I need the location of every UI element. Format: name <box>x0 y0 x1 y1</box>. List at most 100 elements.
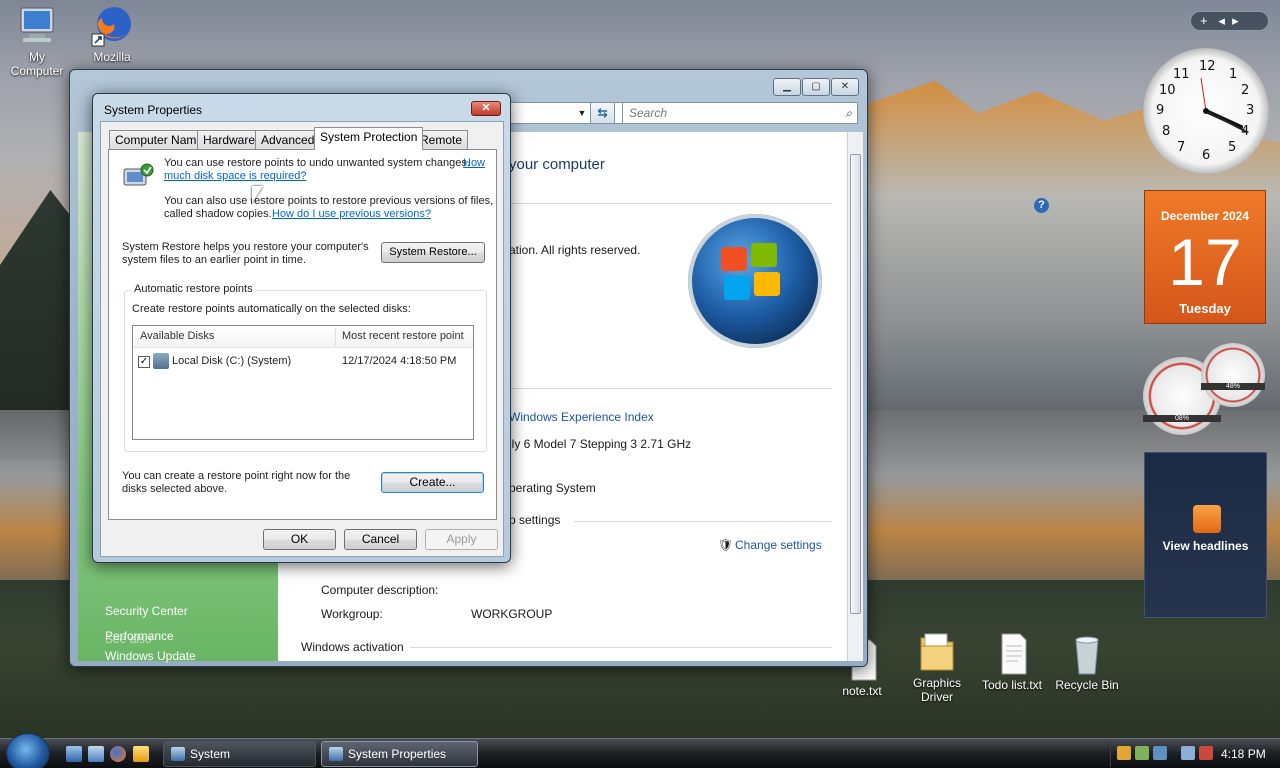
desktop-icon-graphics-driver[interactable]: Graphics Driver <box>897 630 977 704</box>
show-desktop-icon[interactable] <box>66 746 82 762</box>
system-restore-button[interactable]: System Restore... <box>381 242 485 263</box>
group-description: Create restore points automatically on t… <box>132 303 411 315</box>
previous-versions-link[interactable]: How do I use previous versions? <box>272 208 431 221</box>
apply-button[interactable]: Apply <box>425 529 498 550</box>
firefox-icon[interactable] <box>110 746 126 762</box>
disk-space-link-start[interactable]: How <box>463 157 485 170</box>
divider <box>410 647 832 648</box>
page-heading: your computer <box>509 156 605 173</box>
media-player-icon[interactable] <box>133 746 149 762</box>
system-properties-dialog[interactable]: System Properties ✕ Computer Name Hardwa… <box>92 93 511 563</box>
close-button[interactable]: ✕ <box>471 101 501 116</box>
volume-muted-icon[interactable] <box>1199 746 1213 760</box>
shadow-copies-text: You can also use restore points to resto… <box>164 195 494 207</box>
group-label: Automatic restore points <box>131 283 256 295</box>
refresh-button[interactable]: ⇆ <box>590 102 615 124</box>
dialog-title: System Properties <box>104 103 203 117</box>
notification-area: 4:18 PM <box>1110 741 1278 767</box>
disk-space-link[interactable]: much disk space is required? <box>164 170 306 183</box>
tab-system-protection[interactable]: System Protection <box>314 127 424 150</box>
memory-dial: 48% <box>1201 343 1265 407</box>
windows-logo <box>688 214 822 348</box>
disk-list-header: Available Disks Most recent restore poin… <box>133 326 473 348</box>
windows-activation-heading: Windows activation <box>301 640 404 654</box>
ok-button[interactable]: OK <box>263 529 336 550</box>
disk-name: Local Disk (C:) (System) <box>172 355 292 367</box>
divider <box>504 203 832 204</box>
shadow-copies-text: called shadow copies. <box>164 208 272 220</box>
mouse-cursor <box>252 186 263 203</box>
os-type-text: perating System <box>509 481 596 495</box>
taskbar-button-label: System <box>190 747 231 761</box>
address-dropdown-icon[interactable]: ▼ <box>575 102 589 124</box>
desktop-icon-mozilla[interactable]: Mozilla <box>72 4 152 64</box>
folder-icon <box>920 633 954 671</box>
change-settings-link[interactable]: Change settings <box>735 538 822 552</box>
cancel-button[interactable]: Cancel <box>344 529 417 550</box>
update-icon[interactable] <box>1135 746 1149 760</box>
computer-description-label: Computer description: <box>321 583 439 597</box>
taskbar: System System Properties 4:18 PM <box>0 733 1280 768</box>
recycle-bin-icon <box>1075 636 1099 675</box>
logo-yellow <box>754 272 780 296</box>
maximize-button[interactable]: ▢ <box>802 78 830 96</box>
close-button[interactable]: ✕ <box>831 78 859 96</box>
disk-checkbox[interactable]: ✓ <box>138 356 150 368</box>
disk-list[interactable]: Available Disks Most recent restore poin… <box>132 325 474 440</box>
taskbar-button-label: System Properties <box>348 747 447 761</box>
computer-icon <box>20 7 54 42</box>
logo-blue <box>724 276 750 300</box>
scrollbar[interactable] <box>847 132 863 661</box>
security-shield-icon[interactable] <box>1117 746 1131 760</box>
processor-text: ily 6 Model 7 Stepping 3 2.71 GHz <box>509 437 692 451</box>
workgroup-label: Workgroup: <box>321 607 383 621</box>
disk-icon <box>153 353 169 369</box>
system-icon <box>171 747 185 761</box>
display-icon[interactable] <box>1181 746 1195 760</box>
calendar-month: December 2024 <box>1160 209 1250 223</box>
column-available-disks[interactable]: Available Disks <box>140 330 214 342</box>
performance-link[interactable]: Performance <box>105 629 174 643</box>
divider <box>574 521 832 522</box>
start-button[interactable] <box>6 733 50 768</box>
cpu-meter-gadget[interactable]: 08% 48% <box>1143 343 1268 438</box>
scrollbar-thumb[interactable] <box>850 154 861 614</box>
add-gadget-button[interactable]: + <box>1200 13 1208 28</box>
system-properties-icon <box>329 747 343 761</box>
desktop-icon-recycle-bin[interactable]: Recycle Bin <box>1047 632 1127 692</box>
experience-index-link[interactable]: Windows Experience Index <box>509 410 654 424</box>
logo-green <box>751 243 777 267</box>
taskbar-clock[interactable]: 4:18 PM <box>1221 747 1266 761</box>
create-button[interactable]: Create... <box>381 472 484 493</box>
tab-hardware[interactable]: Hardware <box>197 130 262 149</box>
network-icon[interactable] <box>1153 746 1167 760</box>
minimize-button[interactable]: ▁ <box>773 78 801 96</box>
divider <box>504 388 832 389</box>
column-recent-restore-point[interactable]: Most recent restore point <box>342 330 464 342</box>
taskbar-button-system-properties[interactable]: System Properties <box>321 741 478 767</box>
calendar-gadget[interactable]: December 2024 17 Tuesday <box>1144 190 1266 324</box>
feed-headlines-gadget[interactable]: View headlines <box>1144 452 1267 618</box>
desktop-icon-todo-list[interactable]: Todo list.txt <box>972 632 1052 692</box>
sidebar-controls[interactable]: + ◂ ▸ <box>1190 11 1269 31</box>
disk-restore-point: 12/17/2024 4:18:50 PM <box>342 355 457 367</box>
column-separator <box>335 328 336 346</box>
desktop-icon-my-computer[interactable]: My Computer <box>0 4 77 78</box>
help-icon[interactable]: ? <box>1034 198 1049 213</box>
clock-gadget[interactable]: 12 1 2 3 4 5 6 7 8 9 10 11 <box>1143 48 1269 174</box>
intro-text: You can use restore points to undo unwan… <box>164 157 470 169</box>
desktop-icon-label: Todo list.txt <box>981 678 1043 692</box>
tab-computer-name[interactable]: Computer Name <box>109 130 210 149</box>
view-headlines-label[interactable]: View headlines <box>1145 539 1266 553</box>
shield-icon: 🛡 <box>718 538 734 552</box>
tab-advanced[interactable]: Advanced <box>255 130 321 149</box>
desktop-icon-label: Graphics Driver <box>912 676 962 704</box>
windows-update-link[interactable]: Windows Update <box>105 649 196 663</box>
search-input[interactable]: Search ⌕ <box>622 102 858 124</box>
security-center-link[interactable]: Security Center <box>105 604 188 618</box>
desktop-icon-label: Mozilla <box>93 50 131 64</box>
system-protection-icon <box>123 163 154 186</box>
taskbar-button-system[interactable]: System <box>163 741 316 767</box>
workgroup-value: WORKGROUP <box>471 607 553 621</box>
switch-windows-icon[interactable] <box>88 746 104 762</box>
